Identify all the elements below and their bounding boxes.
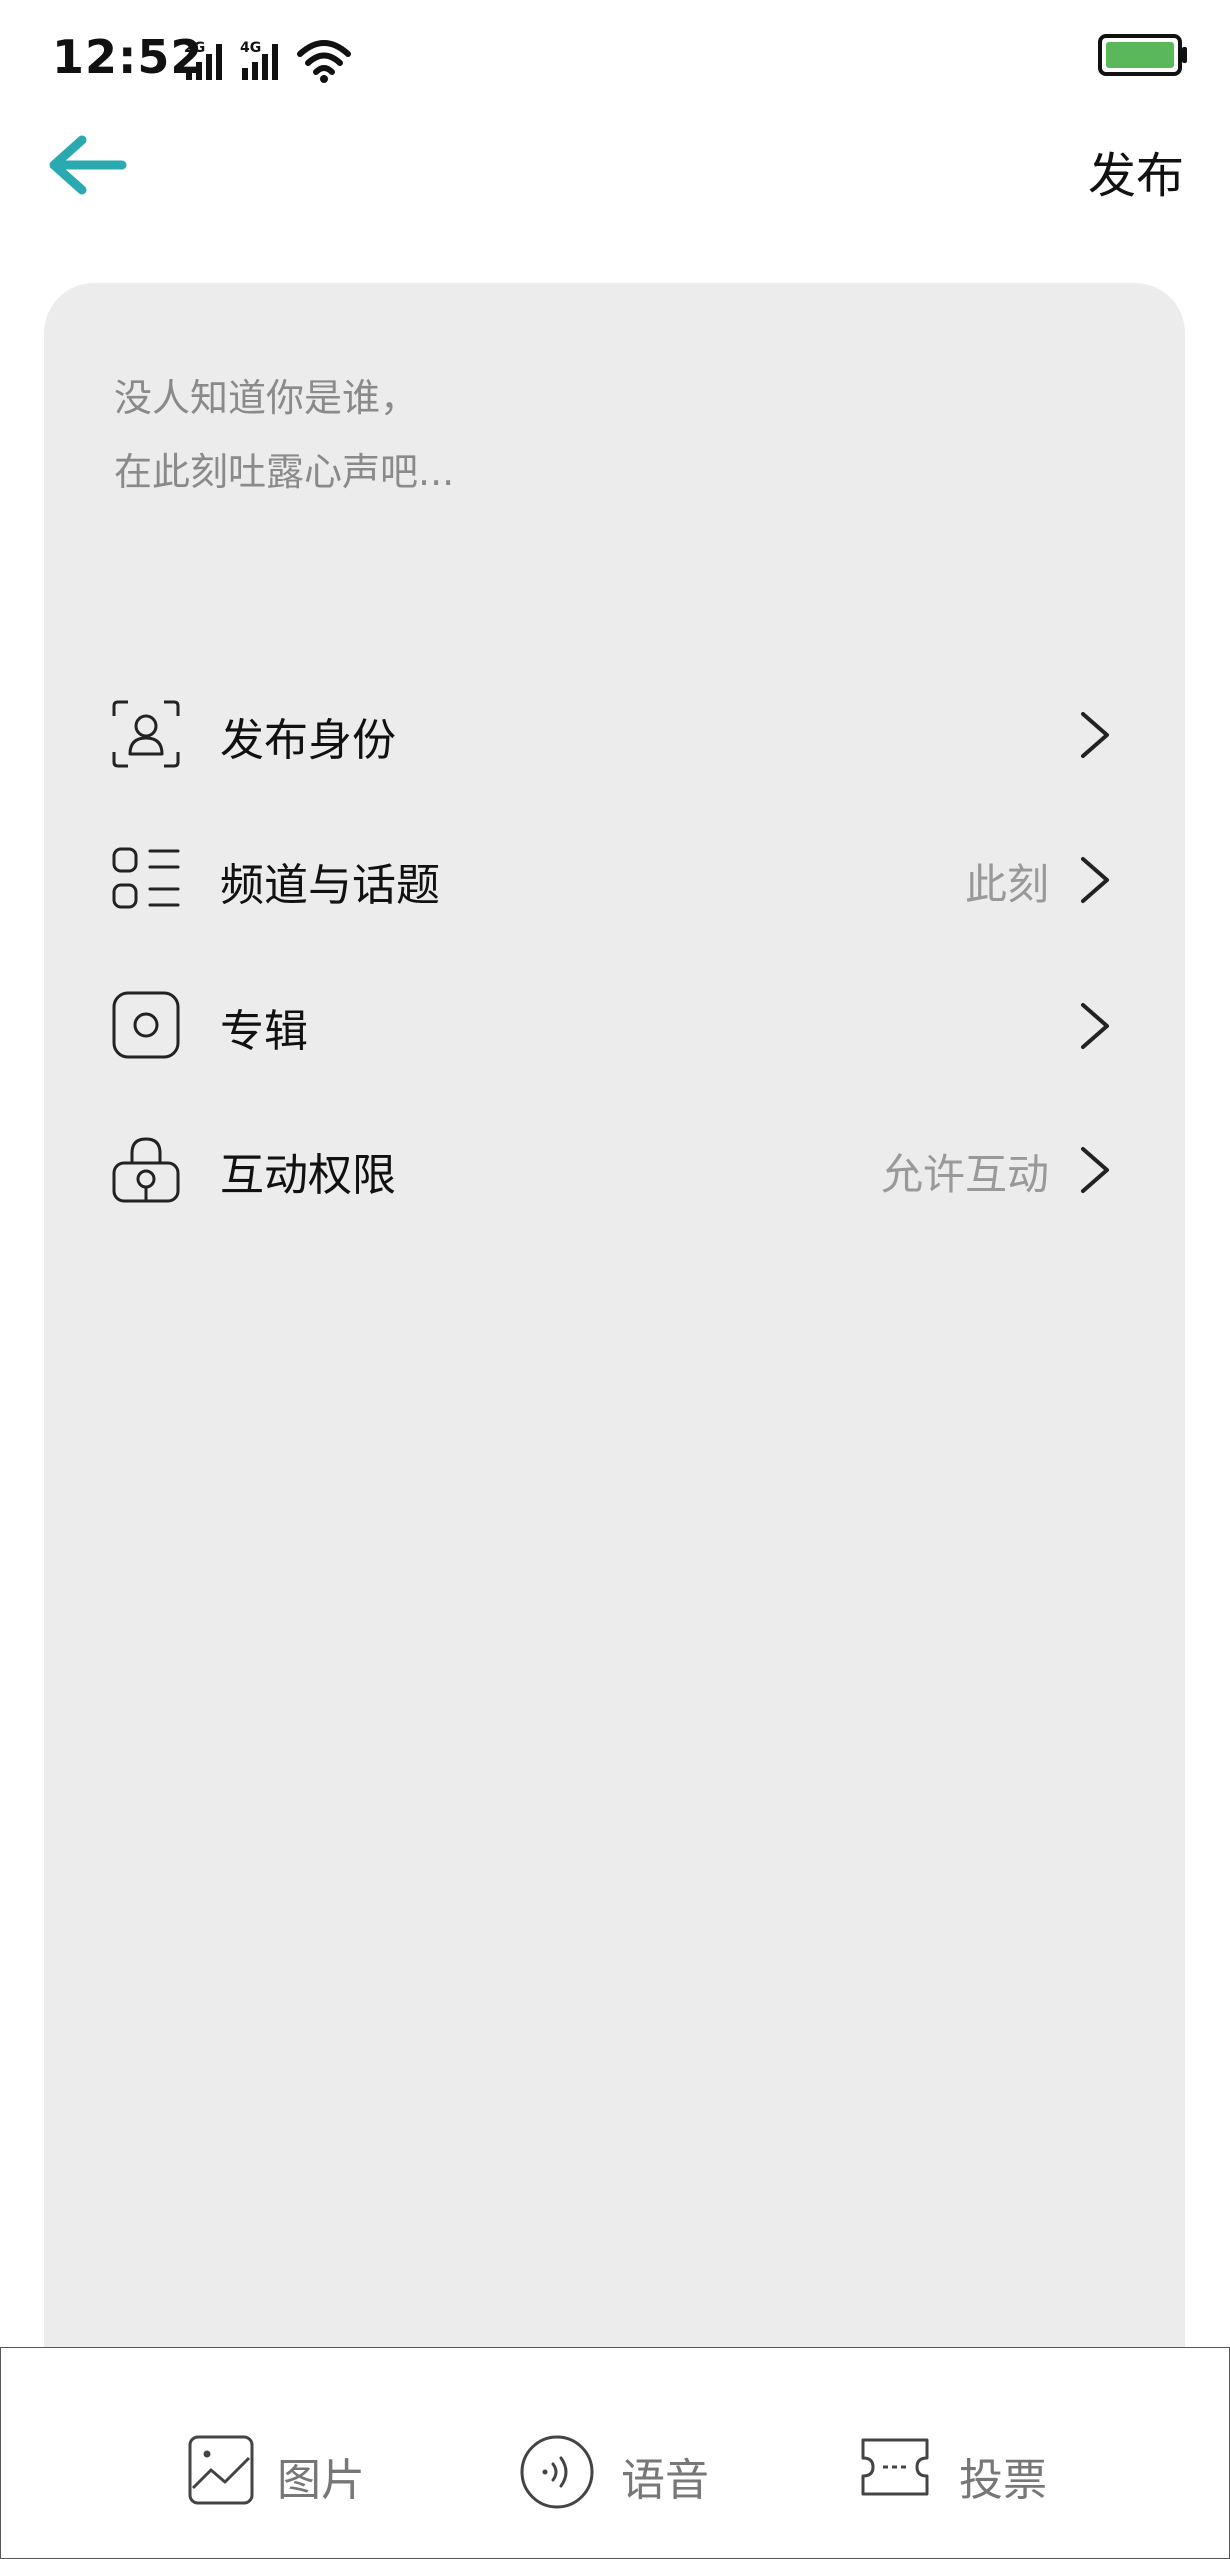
- bottom-toolbar: 图片 语音 投票: [0, 2347, 1230, 2559]
- status-time: 12:52: [52, 30, 204, 84]
- setting-album[interactable]: 专辑: [44, 969, 1185, 1079]
- list-icon: [112, 847, 180, 909]
- chevron-right-icon: [1081, 857, 1109, 903]
- battery-icon: [1098, 34, 1187, 76]
- back-button[interactable]: [44, 130, 134, 200]
- vote-label: 投票: [959, 2455, 1047, 2506]
- album-icon: [112, 991, 180, 1059]
- setting-interaction-permission[interactable]: 互动权限 允许互动: [44, 1113, 1185, 1223]
- compose-card: 没人知道你是谁， 在此刻吐露心声吧... 发布身份 频道与话题 此刻 专辑 互动…: [44, 283, 1185, 2559]
- chevron-right-icon: [1081, 1003, 1109, 1049]
- setting-channel-topic[interactable]: 频道与话题 此刻: [44, 823, 1185, 933]
- setting-label: 频道与话题: [220, 860, 440, 911]
- setting-label: 专辑: [220, 1006, 308, 1057]
- setting-label: 互动权限: [220, 1150, 396, 1201]
- svg-text:4G: 4G: [240, 40, 261, 56]
- placeholder-line: 没人知道你是谁，: [114, 376, 419, 420]
- setting-value: 此刻: [964, 860, 1049, 909]
- image-icon: [188, 2435, 254, 2505]
- placeholder-line: 在此刻吐露心声吧...: [114, 450, 455, 494]
- setting-publish-identity[interactable]: 发布身份: [44, 678, 1185, 788]
- lock-icon: [112, 1137, 180, 1203]
- arrow-left-icon: [49, 135, 127, 195]
- image-label: 图片: [277, 2455, 365, 2506]
- compose-input[interactable]: 没人知道你是谁， 在此刻吐露心声吧...: [114, 361, 1114, 509]
- signal-2g-icon: 2G: [184, 40, 222, 80]
- chevron-right-icon: [1081, 1147, 1109, 1193]
- voice-label: 语音: [621, 2455, 709, 2506]
- ticket-icon: [861, 2438, 929, 2496]
- publish-button[interactable]: 发布: [1088, 136, 1184, 206]
- signal-4g-icon: 4G: [240, 40, 278, 80]
- svg-text:2G: 2G: [184, 40, 205, 56]
- person-scan-icon: [112, 700, 180, 768]
- wifi-icon: [297, 40, 351, 83]
- voice-icon: [520, 2435, 594, 2509]
- setting-value: 允许互动: [880, 1150, 1049, 1199]
- status-bar: 12:52 2G 4G: [0, 0, 1230, 120]
- setting-label: 发布身份: [220, 715, 396, 766]
- chevron-right-icon: [1081, 712, 1109, 758]
